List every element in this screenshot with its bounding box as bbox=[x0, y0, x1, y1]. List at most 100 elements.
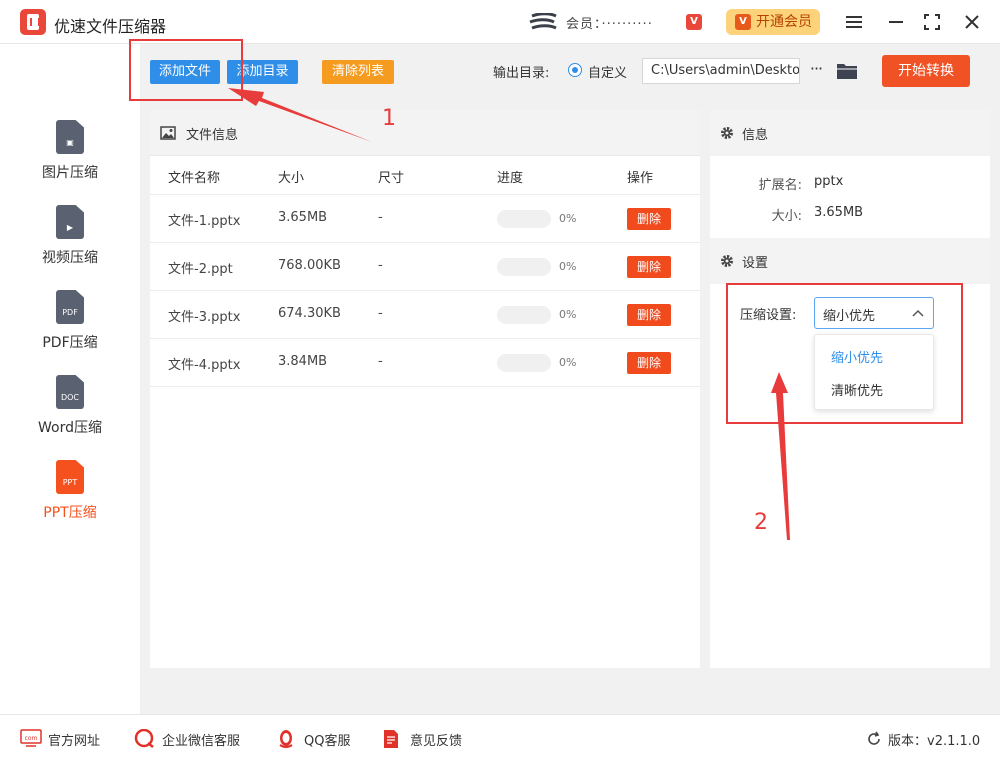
footer: com 官方网址 企业微信客服 QQ客服 意见反馈 版本：v2.1.1.0 bbox=[0, 714, 1000, 760]
menu-icon[interactable] bbox=[842, 10, 866, 34]
image-file-icon: ▣ bbox=[56, 120, 84, 154]
start-convert-button[interactable]: 开始转换 bbox=[882, 55, 970, 87]
file-name: 文件-4.pptx bbox=[168, 358, 241, 373]
delete-button[interactable]: 删除 bbox=[627, 352, 671, 374]
file-panel-title: 文件信息 bbox=[186, 128, 239, 143]
qq-support-link[interactable]: QQ客服 bbox=[276, 729, 356, 749]
info-title: 信息 bbox=[742, 128, 769, 143]
wechat-label: 企业微信客服 bbox=[162, 734, 241, 749]
folder-icon[interactable] bbox=[836, 62, 858, 80]
extension-label: 扩展名: bbox=[758, 178, 802, 193]
pdf-file-icon: PDF bbox=[56, 290, 84, 324]
feedback-icon bbox=[384, 730, 398, 748]
refresh-icon bbox=[868, 731, 880, 745]
table-divider bbox=[150, 386, 700, 387]
table-row[interactable]: 文件-3.pptx 674.30KB - 0% 删除 bbox=[150, 290, 700, 338]
minimize-icon[interactable] bbox=[884, 10, 908, 34]
browse-more-button[interactable]: ··· bbox=[806, 58, 826, 82]
sidebar-item-word[interactable]: DOC Word压缩 bbox=[0, 375, 140, 455]
size-label: 大小: bbox=[771, 209, 802, 224]
image-icon bbox=[160, 126, 176, 140]
user-avatar-icon[interactable] bbox=[528, 13, 558, 31]
progress-percent: 0% bbox=[559, 356, 577, 369]
sidebar-item-label: 视频压缩 bbox=[42, 250, 98, 266]
annotation-number-1: 1 bbox=[382, 106, 396, 131]
vip-icon: V bbox=[735, 14, 751, 30]
feedback-link[interactable]: 意见反馈 bbox=[382, 729, 472, 749]
file-name: 文件-2.ppt bbox=[168, 262, 233, 277]
maximize-icon[interactable] bbox=[920, 10, 944, 34]
settings-header: 设置 bbox=[710, 238, 990, 284]
file-size: 674.30KB bbox=[278, 306, 341, 321]
col-header-progress: 进度 bbox=[497, 171, 524, 186]
qq-icon bbox=[279, 730, 293, 748]
delete-button[interactable]: 删除 bbox=[627, 208, 671, 230]
doc-file-icon: DOC bbox=[56, 375, 84, 409]
open-vip-label: 开通会员 bbox=[756, 14, 812, 30]
app-title: 优速文件压缩器 bbox=[54, 17, 167, 36]
annotation-box-1 bbox=[129, 39, 243, 101]
size-value: 3.65MB bbox=[814, 205, 864, 220]
extension-value: pptx bbox=[814, 174, 844, 189]
open-vip-button[interactable]: V 开通会员 bbox=[726, 9, 820, 35]
progress-bar bbox=[497, 306, 551, 324]
video-file-icon: ▶ bbox=[56, 205, 84, 239]
file-name: 文件-1.pptx bbox=[168, 214, 241, 229]
app-window: 优速文件压缩器 会员：·········· V V 开通会员 ▣ 图片压缩 ▶ … bbox=[0, 0, 1000, 760]
delete-button[interactable]: 删除 bbox=[627, 256, 671, 278]
table-row[interactable]: 文件-2.ppt 768.00KB - 0% 删除 bbox=[150, 242, 700, 290]
file-dimensions: - bbox=[378, 306, 383, 321]
qq-label: QQ客服 bbox=[304, 734, 351, 749]
gear-icon bbox=[721, 255, 733, 267]
col-header-action: 操作 bbox=[627, 171, 654, 186]
clear-list-button[interactable]: 清除列表 bbox=[322, 60, 394, 84]
title-bar: 优速文件压缩器 会员：·········· V V 开通会员 bbox=[0, 0, 1000, 44]
file-dimensions: - bbox=[378, 354, 383, 369]
file-size: 3.65MB bbox=[278, 210, 328, 225]
progress-percent: 0% bbox=[559, 308, 577, 321]
output-dir-label: 输出目录: bbox=[493, 66, 550, 81]
col-header-size: 大小 bbox=[278, 171, 305, 186]
progress-bar bbox=[497, 354, 551, 372]
feedback-label: 意见反馈 bbox=[410, 734, 463, 749]
user-account-label: 会员：·········· bbox=[566, 17, 653, 32]
file-size: 768.00KB bbox=[278, 258, 341, 273]
sidebar-item-image[interactable]: ▣ 图片压缩 bbox=[0, 120, 140, 200]
delete-button[interactable]: 删除 bbox=[627, 304, 671, 326]
file-name: 文件-3.pptx bbox=[168, 310, 241, 325]
file-size: 3.84MB bbox=[278, 354, 328, 369]
official-website-link[interactable]: com 官方网址 bbox=[20, 729, 110, 749]
sidebar-item-label: 图片压缩 bbox=[42, 165, 98, 181]
progress-percent: 0% bbox=[559, 260, 577, 273]
annotation-number-2: 2 bbox=[754, 510, 768, 535]
vip-badge-icon: V bbox=[686, 14, 702, 30]
file-dimensions: - bbox=[378, 210, 383, 225]
sidebar-item-video[interactable]: ▶ 视频压缩 bbox=[0, 205, 140, 285]
progress-bar bbox=[497, 210, 551, 228]
info-header: 信息 bbox=[710, 110, 990, 156]
version-info[interactable]: 版本：v2.1.1.0 bbox=[866, 729, 986, 749]
col-header-dimensions: 尺寸 bbox=[378, 171, 405, 186]
website-icon: com bbox=[20, 729, 42, 747]
custom-output-label: 自定义 bbox=[588, 66, 628, 81]
table-row[interactable]: 文件-1.pptx 3.65MB - 0% 删除 bbox=[150, 194, 700, 242]
col-header-name: 文件名称 bbox=[168, 171, 221, 186]
annotation-box-2 bbox=[726, 283, 963, 424]
gear-icon bbox=[721, 127, 733, 139]
table-row[interactable]: 文件-4.pptx 3.84MB - 0% 删除 bbox=[150, 338, 700, 386]
sidebar-item-pdf[interactable]: PDF PDF压缩 bbox=[0, 290, 140, 370]
app-logo-icon bbox=[20, 9, 46, 35]
file-dimensions: - bbox=[378, 258, 383, 273]
close-icon[interactable] bbox=[960, 10, 984, 34]
output-path-field[interactable]: C:\Users\admin\Desktop bbox=[642, 58, 800, 84]
sidebar-item-label: PDF压缩 bbox=[42, 335, 98, 351]
wechat-support-link[interactable]: 企业微信客服 bbox=[134, 729, 254, 749]
sidebar: ▣ 图片压缩 ▶ 视频压缩 PDF PDF压缩 DOC Word压缩 PPT P… bbox=[0, 44, 140, 714]
progress-bar bbox=[497, 258, 551, 276]
sidebar-item-ppt[interactable]: PPT PPT压缩 bbox=[0, 460, 140, 540]
sidebar-item-label: PPT压缩 bbox=[43, 505, 97, 521]
svg-text:com: com bbox=[25, 735, 38, 742]
progress-percent: 0% bbox=[559, 212, 577, 225]
custom-output-radio[interactable] bbox=[568, 63, 582, 77]
version-label: 版本：v2.1.1.0 bbox=[888, 734, 981, 749]
